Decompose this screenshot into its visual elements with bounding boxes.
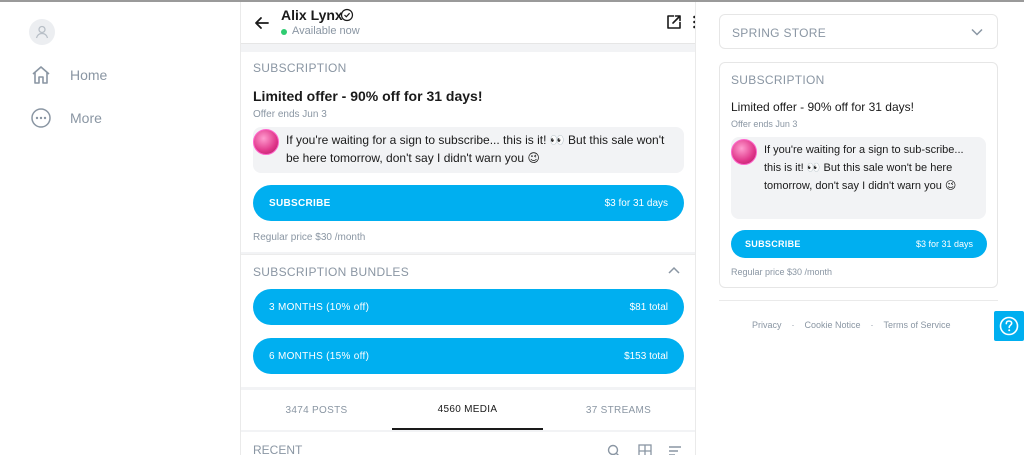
search-icon[interactable] (607, 444, 621, 455)
bundle-price: $81 total (629, 301, 668, 313)
nav-home-label: Home (70, 67, 108, 83)
subscribe-button[interactable]: SUBSCRIBE $3 for 31 days (253, 185, 684, 221)
right-offer-ends: Offer ends Jun 3 (731, 119, 798, 129)
help-button[interactable] (994, 311, 1024, 341)
right-offer-message-text: If you're waiting for a sign to sub-scri… (764, 144, 964, 192)
profile-name[interactable]: Alix Lynx (281, 7, 343, 23)
chevron-up-icon[interactable] (667, 265, 681, 275)
bundle-label: 3 MONTHS (10% off) (269, 301, 370, 313)
bundle-price: $153 total (624, 350, 668, 362)
store-select-label: SPRING STORE (732, 26, 827, 40)
subscribe-button-label: SUBSCRIBE (269, 197, 331, 209)
right-subscribe-button-price: $3 for 31 days (915, 239, 973, 249)
grid-view-icon[interactable] (638, 444, 652, 455)
offer-ends: Offer ends Jun 3 (253, 109, 327, 120)
nav-more-label: More (70, 110, 102, 126)
bundle-label: 6 MONTHS (15% off) (269, 350, 370, 362)
footer: Privacy · Cookie Notice · Terms of Servi… (719, 300, 998, 340)
help-icon (999, 316, 1019, 336)
left-navigation: Home More (0, 2, 240, 455)
privacy-link[interactable]: Privacy (752, 320, 782, 330)
right-subscription-card: SUBSCRIPTION Limited offer - 90% off for… (719, 62, 998, 288)
right-offer-message: If you're waiting for a sign to sub-scri… (731, 137, 986, 219)
nav-home[interactable]: Home (30, 63, 107, 87)
creator-avatar[interactable] (253, 129, 279, 155)
regular-price: Regular price $30 /month (253, 232, 366, 243)
bundles-card: SUBSCRIPTION BUNDLES 3 MONTHS (10% off) … (241, 254, 695, 387)
share-icon[interactable] (665, 13, 683, 31)
right-creator-avatar[interactable] (731, 139, 757, 165)
tab-posts[interactable]: 3474 POSTS (241, 390, 392, 430)
home-icon (30, 64, 52, 86)
bundles-section-title: SUBSCRIPTION BUNDLES (253, 265, 410, 279)
profile-column: Alix Lynx Available now SUBSCRIPTION Lim… (240, 2, 696, 455)
online-indicator (281, 29, 287, 35)
user-icon (35, 25, 49, 39)
footer-links: Privacy · Cookie Notice · Terms of Servi… (752, 320, 951, 330)
chevron-down-icon (971, 28, 983, 36)
user-avatar[interactable] (29, 19, 55, 45)
footer-separator: · (791, 320, 795, 330)
sort-icon[interactable] (668, 444, 682, 455)
tab-streams[interactable]: 37 STREAMS (543, 390, 694, 430)
back-arrow-icon[interactable] (252, 13, 272, 33)
footer-separator: · (870, 320, 874, 330)
subscribe-button-price: $3 for 31 days (604, 197, 668, 209)
right-offer-title: Limited offer - 90% off for 31 days! (731, 100, 914, 114)
offer-message-text: If you're waiting for a sign to subscrib… (286, 133, 665, 165)
recent-label: RECENT (253, 443, 303, 455)
subscription-section-title: SUBSCRIPTION (253, 61, 347, 75)
store-select[interactable]: SPRING STORE (719, 14, 998, 49)
offer-title: Limited offer - 90% off for 31 days! (253, 88, 483, 104)
right-subscribe-button-label: SUBSCRIBE (745, 239, 801, 249)
right-regular-price: Regular price $30 /month (731, 267, 833, 277)
subscription-card: SUBSCRIPTION Limited offer - 90% off for… (241, 52, 695, 252)
nav-more[interactable]: More (30, 106, 102, 130)
content-tabs: 3474 POSTS 4560 MEDIA 37 STREAMS (241, 390, 695, 430)
bundle-6-months-button[interactable]: 6 MONTHS (15% off) $153 total (253, 338, 684, 374)
tab-media[interactable]: 4560 MEDIA (392, 390, 543, 430)
more-icon (30, 107, 52, 129)
bundle-3-months-button[interactable]: 3 MONTHS (10% off) $81 total (253, 289, 684, 325)
kebab-menu-icon[interactable] (693, 15, 696, 29)
right-subscription-section-title: SUBSCRIPTION (731, 73, 825, 87)
profile-status: Available now (292, 25, 360, 37)
verified-icon (340, 8, 354, 22)
profile-header: Alix Lynx Available now (241, 2, 695, 44)
right-subscribe-button[interactable]: SUBSCRIBE $3 for 31 days (731, 230, 987, 258)
cookie-notice-link[interactable]: Cookie Notice (805, 320, 861, 330)
offer-message: If you're waiting for a sign to subscrib… (253, 127, 684, 173)
terms-link[interactable]: Terms of Service (884, 320, 951, 330)
recent-toolbar: RECENT (241, 432, 695, 455)
